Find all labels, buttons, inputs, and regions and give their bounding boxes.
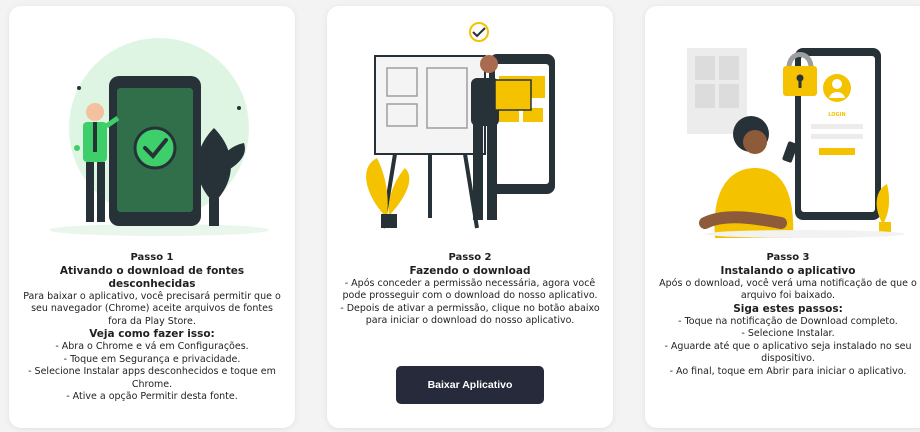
step-3-intro: Após o download, você verá uma notificaç… [659, 277, 917, 302]
step-1-line-1: - Abra o Chrome e vá em Configurações. [55, 341, 249, 352]
illustration-login-install: LOGIN [645, 18, 920, 240]
download-app-button[interactable]: Baixar Aplicativo [396, 366, 544, 404]
step-3-subtitle: Siga estes passos: [733, 302, 843, 315]
login-install-svg: LOGIN [687, 48, 905, 238]
step-1-number: Passo 1 [130, 252, 174, 263]
step-1-title: Ativando o download de fontes desconheci… [59, 264, 245, 290]
step-2-line-1: - Após conceder a permissão necessária, … [342, 277, 598, 302]
step-3-line-2: - Selecione Instalar. [741, 328, 835, 339]
step-2-line-2: - Depois de ativar a permissão, clique n… [340, 302, 600, 327]
step-3-number: Passo 3 [766, 252, 810, 263]
step-3-title: Instalando o aplicativo [720, 264, 856, 277]
step-1-line-4: - Ative a opção Permitir desta fonte. [66, 391, 238, 402]
step-1-line-3: - Selecione Instalar apps desconhecidos … [28, 366, 276, 390]
step-2-text: Passo 2 Fazendo o download - Após conced… [339, 252, 601, 328]
step-1-text: Passo 1 Ativando o download de fontes de… [21, 252, 283, 404]
step-3-text: Passo 3 Instalando o aplicativo Após o d… [657, 252, 919, 378]
step-card-3: LOGIN Passo 3 Instalando o aplicativo Ap… [645, 6, 920, 428]
step-3-line-1: - Toque na notificação de Download compl… [678, 315, 898, 327]
step-2-number: Passo 2 [448, 252, 492, 263]
illustration-easel-download [327, 18, 613, 240]
phone-check-svg [49, 38, 269, 236]
illustration-phone-check [9, 18, 295, 240]
easel-download-svg [366, 22, 555, 229]
step-1-line-2: - Toque em Segurança e privacidade. [63, 353, 241, 365]
step-3-line-3: - Aguarde até que o aplicativo seja inst… [664, 340, 912, 365]
login-screen-title: LOGIN [828, 112, 845, 118]
step-card-2: Passo 2 Fazendo o download - Após conced… [327, 6, 613, 428]
step-1-intro: Para baixar o aplicativo, você precisará… [23, 290, 281, 327]
step-2-title: Fazendo o download [409, 264, 531, 277]
checkmark-icon [133, 126, 177, 170]
steps-section: Passo 1 Ativando o download de fontes de… [0, 0, 920, 432]
step-1-subtitle: Veja como fazer isso: [89, 328, 215, 340]
step-card-1: Passo 1 Ativando o download de fontes de… [9, 6, 295, 428]
step-3-line-4: - Ao final, toque em Abrir para iniciar … [669, 365, 907, 377]
